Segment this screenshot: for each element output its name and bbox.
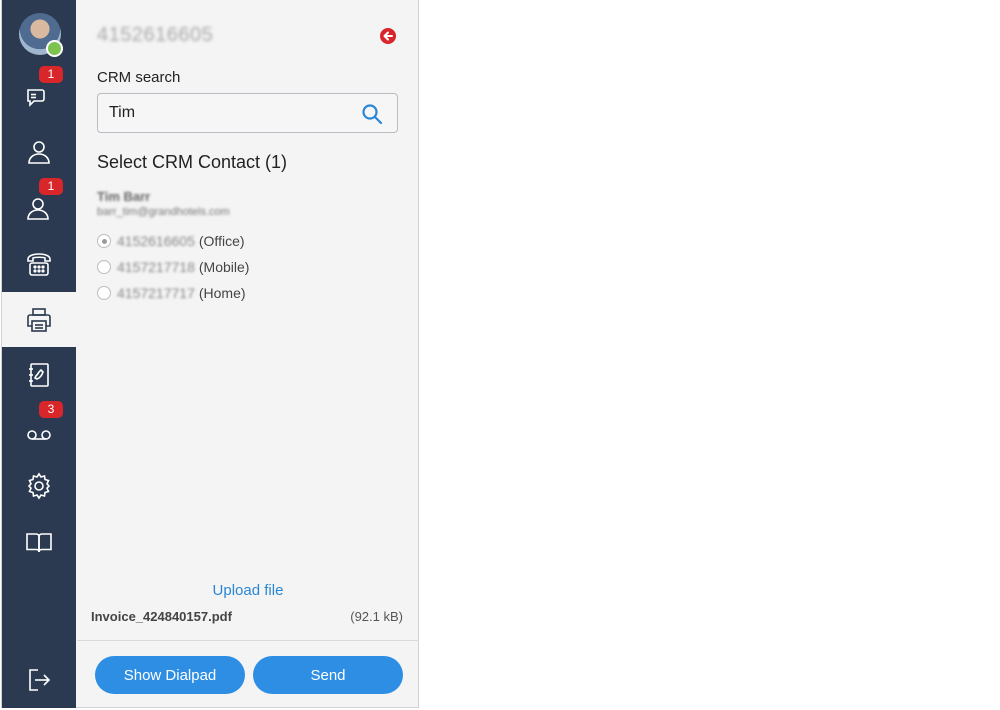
phone-number: 4157217718 — [117, 259, 195, 275]
sidebar-item-settings[interactable] — [2, 458, 76, 513]
chats-badge: 1 — [39, 66, 63, 83]
phone-icon — [27, 252, 51, 276]
page-title: 4152616605 — [97, 24, 214, 46]
printer-icon — [27, 307, 51, 332]
file-name: Invoice_424840157.pdf — [91, 609, 232, 624]
select-contact-title: Select CRM Contact (1) — [97, 152, 288, 172]
radio-button[interactable] — [97, 286, 111, 300]
address-book-icon — [29, 362, 49, 387]
chat-icon — [27, 88, 45, 107]
user-icon — [27, 197, 49, 220]
sidebar-item-fax[interactable] — [2, 292, 76, 347]
crm-search-label: CRM search — [97, 69, 181, 86]
show-dialpad-button[interactable]: Show Dialpad — [95, 656, 245, 694]
phone-number: 4152616605 — [117, 233, 195, 249]
groups-badge: 1 — [39, 178, 63, 195]
sidebar-item-logout[interactable] — [2, 652, 76, 707]
upload-file-link[interactable]: Upload file — [77, 582, 419, 599]
sidebar-item-phonebook[interactable] — [2, 347, 76, 402]
file-size: (92.1 kB) — [350, 609, 403, 624]
crm-search-input[interactable] — [109, 103, 349, 123]
voicemail-icon — [27, 429, 51, 440]
search-icon[interactable] — [361, 103, 383, 125]
radio-button[interactable] — [97, 234, 111, 248]
number-option-home[interactable]: 4157217717 (Home) — [97, 283, 246, 303]
number-option-office[interactable]: 4152616605 (Office) — [97, 231, 245, 251]
user-avatar[interactable] — [19, 13, 63, 57]
user-icon — [28, 140, 50, 164]
book-icon — [26, 532, 52, 552]
contact-email: barr_tim@grandhotels.com — [97, 206, 230, 218]
crm-search-box — [97, 93, 398, 133]
contact-name: Tim Barr — [97, 189, 151, 204]
radio-button[interactable] — [97, 260, 111, 274]
presence-indicator — [46, 40, 63, 57]
send-button[interactable]: Send — [253, 656, 403, 694]
number-type: (Home) — [198, 285, 246, 301]
sidebar-item-voicemail[interactable]: 3 — [2, 401, 76, 458]
fax-panel: 1 1 3 4152616605 CRM search Tim Select C… — [1, 0, 419, 708]
sidebar-item-contacts[interactable] — [2, 124, 76, 179]
main-panel: 4152616605 CRM search Select CRM Contact… — [77, 0, 419, 708]
phone-number: 4157217717 — [117, 285, 195, 301]
number-type: (Mobile) — [198, 259, 250, 275]
number-option-mobile[interactable]: 4157217718 (Mobile) — [97, 257, 249, 277]
divider — [77, 640, 419, 641]
sidebar-item-groups[interactable]: 1 — [2, 178, 76, 235]
number-type: (Office) — [198, 233, 245, 249]
sidebar-item-chats[interactable]: 1 — [2, 66, 76, 123]
sidebar: 1 1 3 — [2, 0, 76, 708]
sidebar-item-dialpad[interactable] — [2, 236, 76, 291]
back-arrow-icon[interactable] — [379, 27, 397, 45]
logout-icon — [29, 668, 51, 691]
voicemail-badge: 3 — [39, 401, 63, 418]
sidebar-item-help[interactable] — [2, 514, 76, 569]
gear-icon — [27, 472, 51, 499]
